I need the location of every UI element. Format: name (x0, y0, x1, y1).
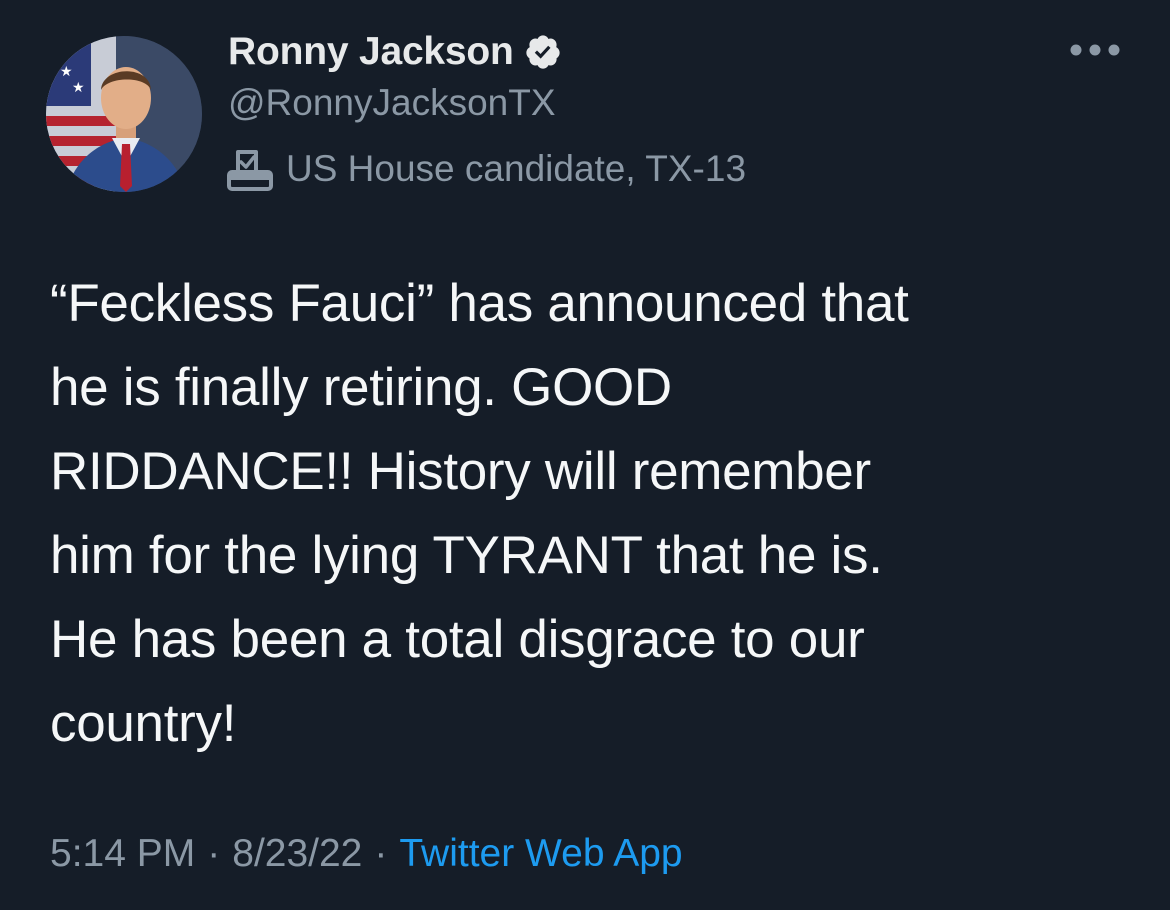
more-options-button[interactable] (1068, 32, 1122, 68)
meta-separator: · (207, 832, 221, 875)
svg-text:★: ★ (72, 79, 85, 95)
meta-separator: · (374, 832, 388, 875)
tweet-date[interactable]: 8/23/22 (232, 832, 362, 876)
more-options-icon (1070, 44, 1120, 56)
author-handle[interactable]: @RonnyJacksonTX (228, 82, 556, 124)
tweet: ★ ★ Ronny Jackson @RonnyJacksonTX US Hou… (0, 0, 1170, 910)
tweet-source-link[interactable]: Twitter Web App (399, 832, 682, 876)
avatar-image: ★ ★ (46, 36, 202, 192)
tweet-metadata: 5:14 PM · 8/23/22 · Twitter Web App (50, 832, 683, 876)
author-display-name[interactable]: Ronny Jackson (228, 30, 514, 74)
verified-badge-icon (524, 33, 562, 71)
svg-text:★: ★ (60, 63, 73, 79)
author-name-row: Ronny Jackson (228, 26, 562, 78)
author-label-row: US House candidate, TX-13 (226, 143, 746, 195)
author-label-text: US House candidate, TX-13 (286, 148, 747, 189)
tweet-body-text: “Feckless Fauci” has announced that he i… (50, 274, 909, 753)
tweet-time[interactable]: 5:14 PM (50, 832, 195, 876)
avatar[interactable]: ★ ★ (46, 36, 202, 192)
ballot-box-icon (226, 146, 274, 192)
